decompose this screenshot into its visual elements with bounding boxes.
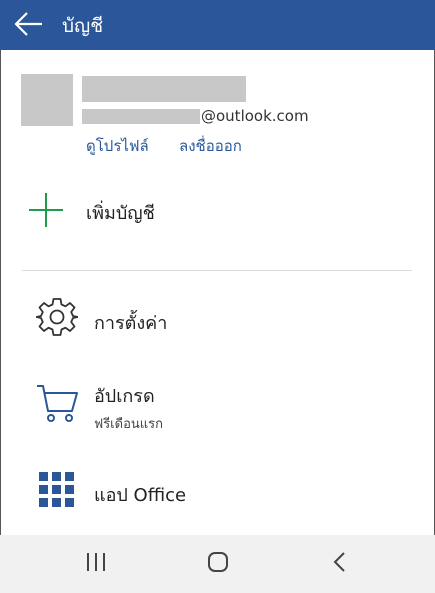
recent-apps-button[interactable]	[85, 551, 107, 577]
add-account-button[interactable]	[28, 192, 64, 228]
account-email: @outlook.com	[82, 106, 309, 126]
section-divider	[22, 270, 412, 271]
page-title: บัญชี	[62, 15, 104, 37]
cart-icon	[37, 385, 78, 422]
back-chevron-icon	[333, 552, 345, 572]
arrow-left-icon	[14, 12, 42, 36]
settings-menu-item[interactable]	[35, 296, 79, 342]
system-navbar	[0, 535, 435, 593]
back-button[interactable]	[14, 11, 44, 37]
settings-label[interactable]: การตั้งค่า	[94, 308, 167, 337]
account-name-redacted	[82, 76, 246, 102]
gear-icon	[35, 298, 79, 336]
office-apps-label[interactable]: แอป Office	[94, 480, 186, 509]
view-profile-link[interactable]: ดูโปรไฟล์	[86, 134, 149, 158]
add-account-label[interactable]: เพิ่มบัญชี	[86, 198, 155, 227]
email-username-redacted	[82, 108, 200, 124]
recent-apps-icon	[87, 553, 105, 571]
upgrade-label[interactable]: อัปเกรด	[94, 381, 155, 410]
home-button[interactable]	[206, 551, 230, 577]
home-icon	[208, 552, 228, 572]
plus-icon	[29, 193, 63, 227]
upgrade-sublabel: ฟรีเดือนแรก	[94, 417, 163, 432]
app-header: บัญชี	[0, 0, 435, 50]
office-apps-menu-item[interactable]	[39, 472, 75, 512]
sign-out-link[interactable]: ลงชื่อออก	[179, 134, 242, 158]
app-grid-icon	[39, 472, 74, 507]
avatar	[21, 74, 73, 126]
upgrade-menu-item[interactable]	[36, 383, 80, 429]
email-domain: @outlook.com	[201, 107, 309, 125]
system-back-button[interactable]	[330, 551, 350, 577]
